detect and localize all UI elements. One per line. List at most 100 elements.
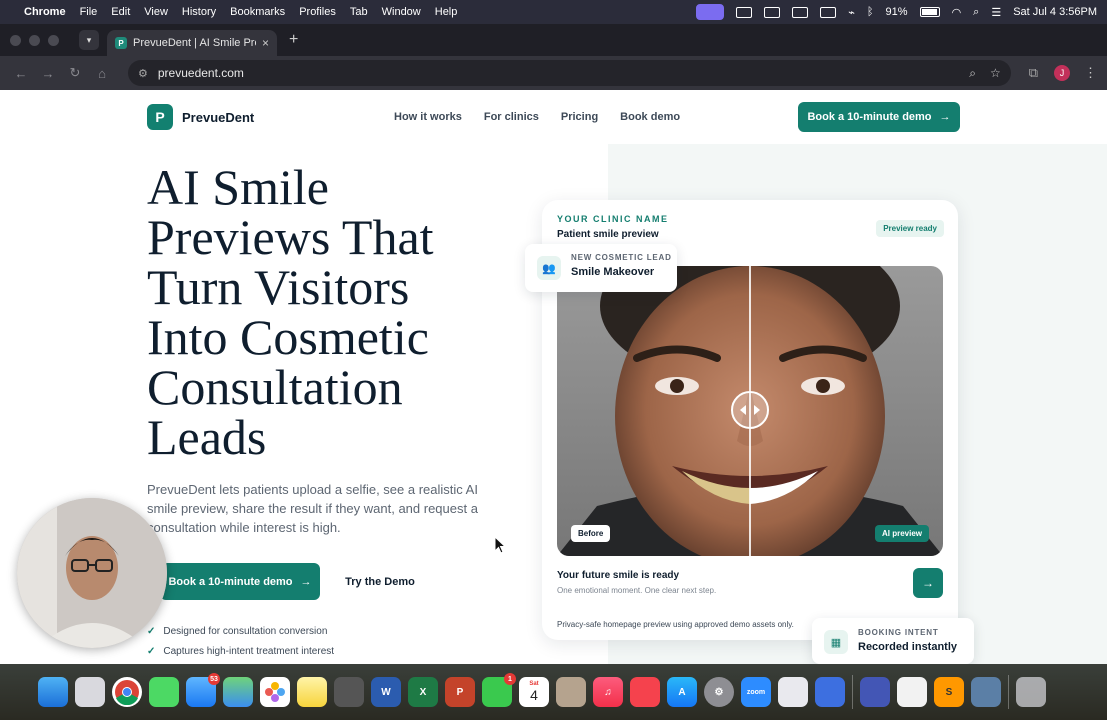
- music-icon[interactable]: ♫: [593, 677, 623, 707]
- wifi-icon[interactable]: ◠: [952, 6, 962, 19]
- nav-how-it-works[interactable]: How it works: [394, 111, 462, 123]
- calculator-icon[interactable]: [334, 677, 364, 707]
- word-icon[interactable]: W: [371, 677, 401, 707]
- finder-icon[interactable]: [38, 677, 68, 707]
- powerpoint-icon[interactable]: P: [445, 677, 475, 707]
- menubar-clock[interactable]: Sat Jul 4 3:56PM: [1013, 6, 1097, 18]
- automator-icon[interactable]: [971, 677, 1001, 707]
- menu-app-name[interactable]: Chrome: [24, 6, 66, 18]
- contacts-icon[interactable]: [556, 677, 586, 707]
- check-item: ✓ Captures high-intent treatment interest: [147, 646, 334, 657]
- shortcuts-icon[interactable]: [860, 677, 890, 707]
- booking-intent-notification: ▦ BOOKING INTENT Recorded instantly: [812, 618, 974, 664]
- book-demo-button[interactable]: Book a 10-minute demo →: [160, 563, 320, 600]
- menu-help[interactable]: Help: [435, 6, 458, 18]
- zoom-icon[interactable]: ⌕: [969, 66, 976, 81]
- calendar-app-icon[interactable]: Sat 4: [519, 677, 549, 707]
- hero-line-5: Consultation: [147, 359, 403, 415]
- nav-pricing[interactable]: Pricing: [561, 111, 598, 123]
- news-icon[interactable]: [630, 677, 660, 707]
- site-brand[interactable]: P PrevueDent: [147, 104, 254, 130]
- spotlight-search-icon[interactable]: ⌕: [973, 6, 979, 19]
- preview-status-badge: Preview ready: [876, 220, 944, 237]
- menu-history[interactable]: History: [182, 6, 216, 18]
- trash-icon[interactable]: [1016, 677, 1046, 707]
- next-step-button[interactable]: →: [913, 568, 943, 598]
- facetime-badge: 1: [504, 673, 516, 685]
- before-after-slider[interactable]: Before AI preview: [557, 266, 943, 556]
- privacy-note: Privacy-safe homepage preview using appr…: [557, 620, 794, 629]
- control-center-icon[interactable]: ☰: [991, 6, 1001, 19]
- system-settings-icon[interactable]: ⚙: [704, 677, 734, 707]
- brand-name: PrevueDent: [182, 109, 255, 125]
- menu-profiles[interactable]: Profiles: [299, 6, 336, 18]
- check-icon: ✓: [147, 646, 156, 657]
- calendar-day: 4: [530, 687, 538, 703]
- sublime-icon[interactable]: S: [934, 677, 964, 707]
- excel-icon[interactable]: X: [408, 677, 438, 707]
- nav-book-demo[interactable]: Book demo: [620, 111, 680, 123]
- webcam-overlay: [17, 498, 167, 648]
- bookmark-star-icon[interactable]: ☆: [990, 66, 1001, 81]
- textedit-icon[interactable]: [897, 677, 927, 707]
- address-bar[interactable]: ⚙ prevuedent.com ⌕ ☆: [128, 60, 1011, 86]
- active-tab[interactable]: P PrevueDent | AI Smile Preview ×: [107, 30, 277, 56]
- menu-edit[interactable]: Edit: [111, 6, 130, 18]
- extensions-icon[interactable]: ⧉: [1029, 65, 1038, 81]
- back-icon[interactable]: ←: [10, 66, 32, 81]
- app-icon[interactable]: [815, 677, 845, 707]
- nav-for-clinics[interactable]: For clinics: [484, 111, 539, 123]
- status-icon-1[interactable]: [736, 6, 753, 18]
- menu-tab[interactable]: Tab: [350, 6, 368, 18]
- try-demo-button[interactable]: Try the Demo: [330, 563, 430, 600]
- check-text: Captures high-intent treatment interest: [163, 646, 335, 657]
- dock-separator: [1008, 675, 1009, 709]
- reload-icon[interactable]: ↻: [64, 65, 86, 81]
- lead-value: Smile Makeover: [571, 266, 655, 278]
- window-icon[interactable]: [820, 6, 837, 18]
- menu-file[interactable]: File: [80, 6, 98, 18]
- check-item: ✓ Designed for consultation conversion: [147, 626, 334, 637]
- before-tag: Before: [571, 525, 611, 542]
- book-demo-label: Book a 10-minute demo: [168, 575, 293, 588]
- maps-icon[interactable]: [223, 677, 253, 707]
- close-tab-icon[interactable]: ×: [262, 36, 269, 50]
- fullscreen-window-icon[interactable]: [48, 34, 59, 46]
- profile-avatar[interactable]: J: [1054, 65, 1070, 81]
- bluetooth-icon[interactable]: ᛒ: [867, 6, 874, 18]
- airpods-icon[interactable]: ⌁: [848, 6, 855, 19]
- zoom-icon[interactable]: zoom: [741, 677, 771, 707]
- launchpad-icon[interactable]: [75, 677, 105, 707]
- book-demo-header-button[interactable]: Book a 10-minute demo →: [798, 102, 960, 132]
- preview-icon[interactable]: [778, 677, 808, 707]
- macos-dock: 53 W X P 1 Sat 4 ♫ A ⚙ zoom S: [0, 664, 1107, 720]
- site-info-icon[interactable]: ⚙: [138, 67, 148, 80]
- notes-icon[interactable]: [297, 677, 327, 707]
- photos-icon[interactable]: [260, 677, 290, 707]
- new-lead-notification: 👥 NEW COSMETIC LEAD Smile Makeover: [525, 244, 677, 292]
- more-menu-icon[interactable]: ⋮: [1084, 65, 1097, 81]
- home-icon[interactable]: ⌂: [91, 66, 113, 81]
- minimize-window-icon[interactable]: [29, 34, 40, 46]
- status-icon-2[interactable]: [764, 6, 781, 18]
- hero-line-2: Previews That: [147, 209, 434, 265]
- browser-toolbar: ← → ↻ ⌂ ⚙ prevuedent.com ⌕ ☆ ⧉ J ⋮: [0, 56, 1107, 90]
- menu-bookmarks[interactable]: Bookmarks: [230, 6, 285, 18]
- facetime-icon[interactable]: 1: [482, 673, 516, 707]
- chrome-icon[interactable]: [112, 677, 142, 707]
- dock-separator: [852, 675, 853, 709]
- book-demo-header-label: Book a 10-minute demo: [807, 111, 932, 123]
- menu-view[interactable]: View: [144, 6, 168, 18]
- battery-icon[interactable]: [919, 7, 940, 17]
- mail-icon[interactable]: 53: [186, 673, 220, 707]
- messages-icon[interactable]: [149, 677, 179, 707]
- screen-record-icon[interactable]: [696, 4, 725, 20]
- app-store-icon[interactable]: A: [667, 677, 697, 707]
- forward-icon[interactable]: →: [37, 66, 59, 81]
- close-window-icon[interactable]: [10, 34, 21, 46]
- menu-window[interactable]: Window: [382, 6, 421, 18]
- tab-search-chevron-icon[interactable]: ▾: [79, 30, 99, 50]
- display-icon[interactable]: [792, 6, 809, 18]
- new-tab-icon[interactable]: +: [289, 31, 298, 49]
- url-text[interactable]: prevuedent.com: [158, 66, 244, 80]
